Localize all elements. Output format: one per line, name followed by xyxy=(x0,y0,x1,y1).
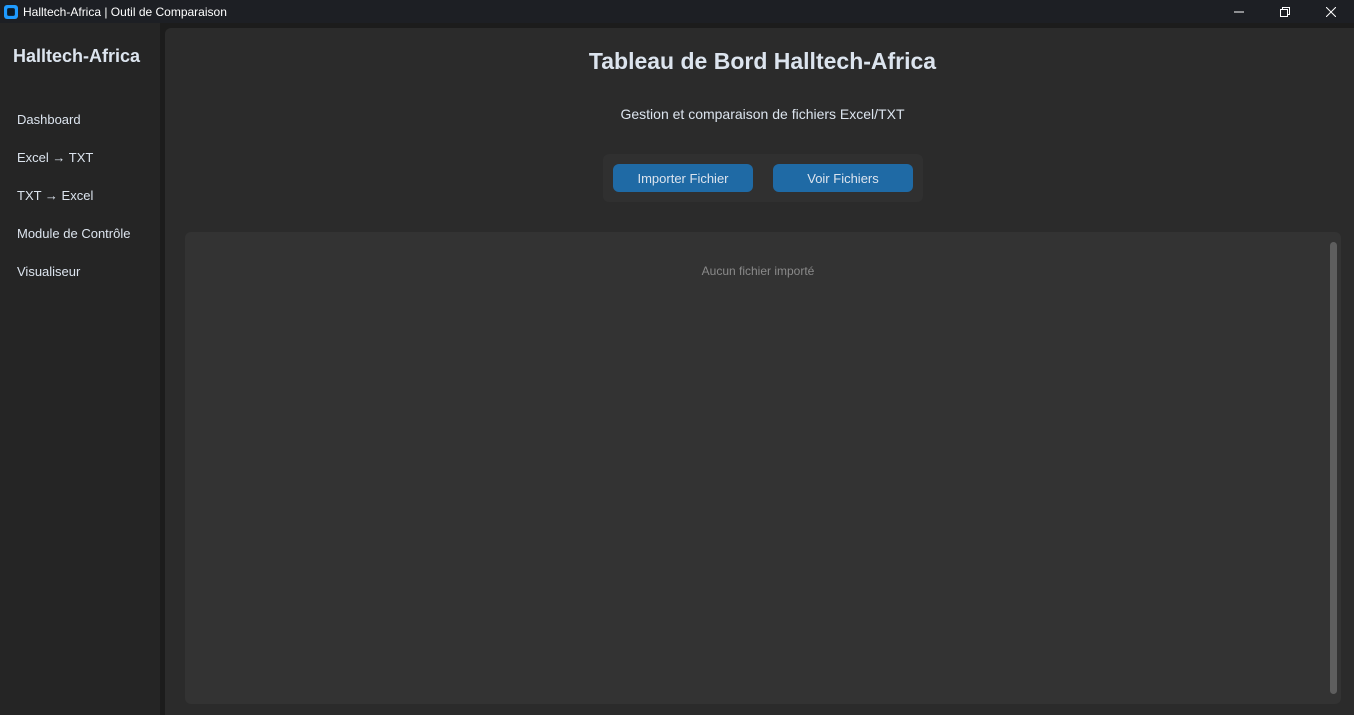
action-button-group: Importer Fichier Voir Fichiers xyxy=(603,154,923,202)
window-title: Halltech-Africa | Outil de Comparaison xyxy=(23,4,227,19)
close-button[interactable] xyxy=(1308,0,1354,23)
import-file-button[interactable]: Importer Fichier xyxy=(613,164,753,192)
page-subtitle: Gestion et comparaison de fichiers Excel… xyxy=(620,106,905,122)
sidebar-item-visualiseur[interactable]: Visualiseur xyxy=(17,264,80,279)
restore-button[interactable] xyxy=(1262,0,1308,23)
restore-icon xyxy=(1280,6,1290,17)
window-titlebar: Halltech-Africa | Outil de Comparaison xyxy=(0,0,1354,23)
sidebar-item-excel-to-txt[interactable]: Excel → TXT xyxy=(17,150,93,165)
empty-state-message: Aucun fichier importé xyxy=(701,264,815,278)
files-panel-scrollbar[interactable] xyxy=(1330,242,1337,694)
sidebar-item-dashboard[interactable]: Dashboard xyxy=(17,112,81,127)
minimize-button[interactable] xyxy=(1216,0,1262,23)
minimize-icon xyxy=(1234,11,1244,12)
sidebar-item-module-controle[interactable]: Module de Contrôle xyxy=(17,226,130,241)
main-content: Tableau de Bord Halltech-Africa Gestion … xyxy=(165,28,1354,715)
app-icon xyxy=(4,4,18,19)
close-icon xyxy=(1326,6,1336,17)
files-panel: Aucun fichier importé xyxy=(185,232,1341,704)
view-files-button[interactable]: Voir Fichiers xyxy=(773,164,913,192)
sidebar-title: Halltech-Africa xyxy=(13,46,141,66)
page-title: Tableau de Bord Halltech-Africa xyxy=(588,48,937,74)
window-controls xyxy=(1216,0,1354,23)
sidebar: Halltech-Africa Dashboard Excel → TXT TX… xyxy=(0,23,160,715)
sidebar-item-txt-to-excel[interactable]: TXT → Excel xyxy=(17,188,93,203)
